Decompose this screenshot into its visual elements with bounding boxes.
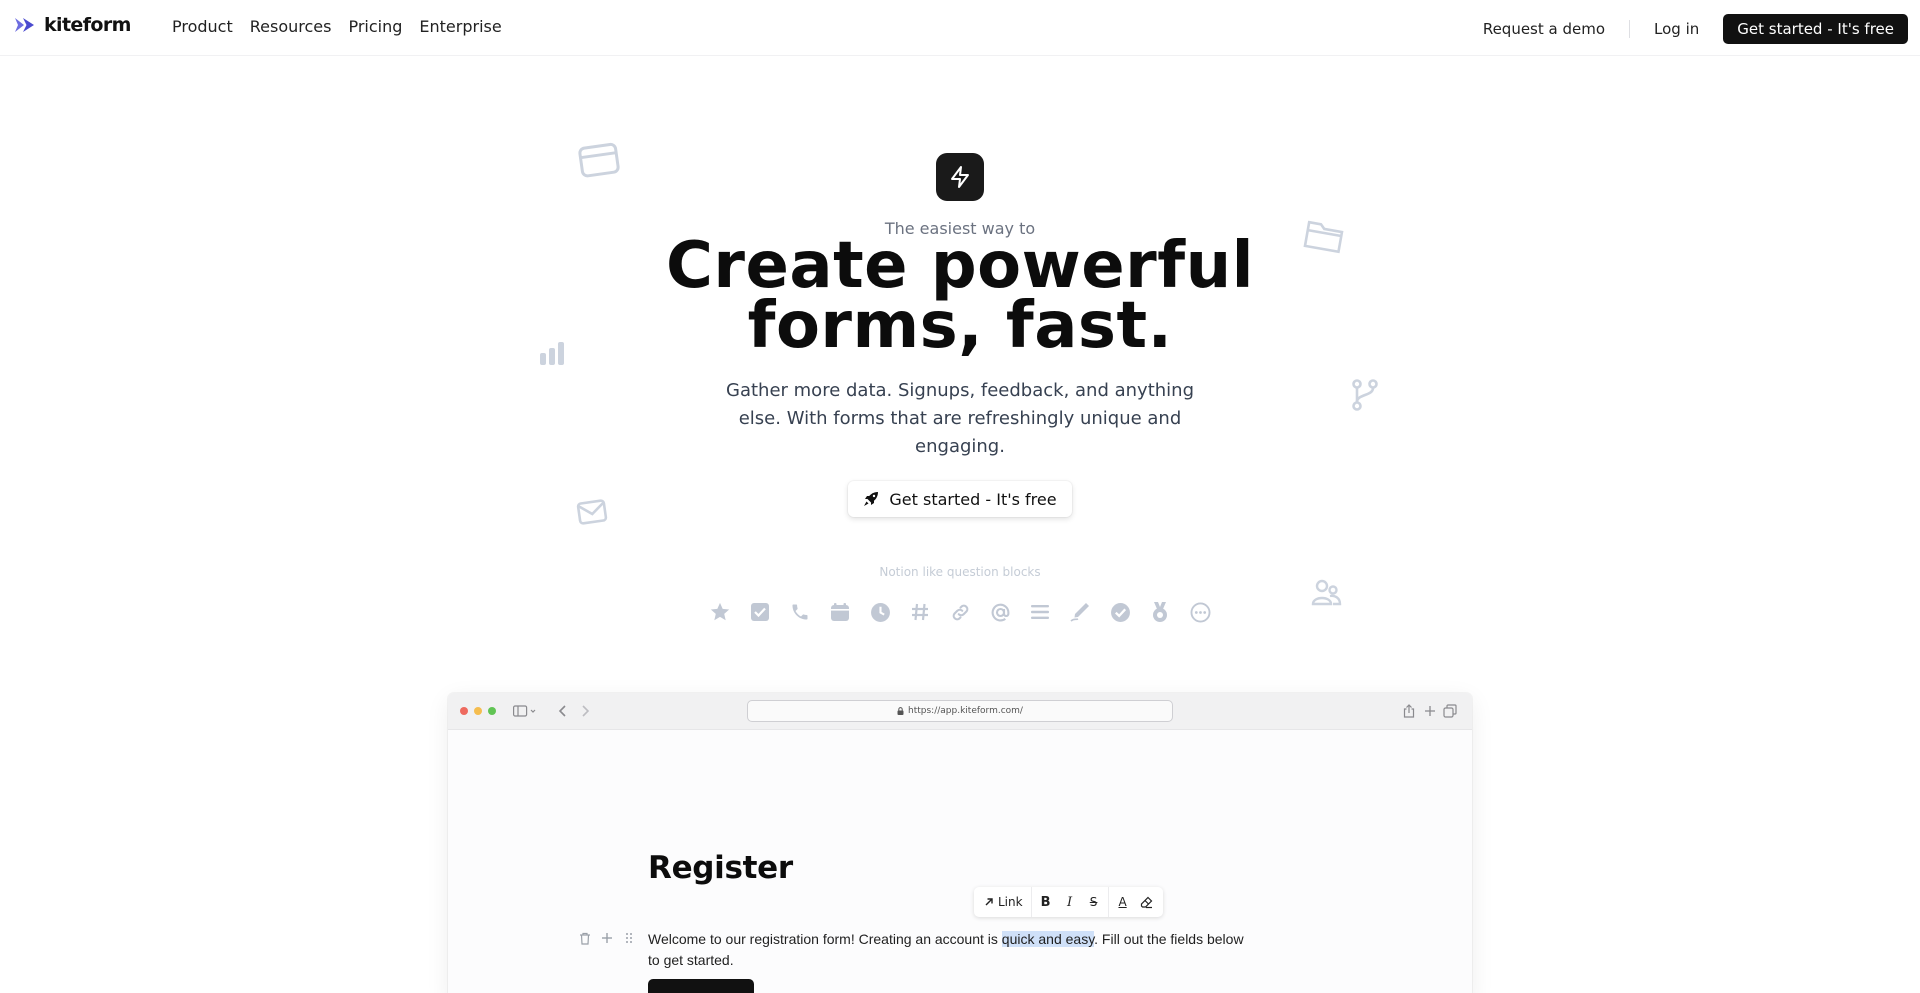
link-icon[interactable] bbox=[949, 601, 971, 623]
nav-link-product[interactable]: Product bbox=[172, 17, 233, 36]
italic-button[interactable]: I bbox=[1058, 891, 1082, 913]
lock-icon bbox=[897, 707, 904, 715]
trash-icon[interactable] bbox=[578, 931, 592, 945]
form-description[interactable]: Welcome to our registration form! Creati… bbox=[648, 929, 1258, 971]
more-icon[interactable] bbox=[1189, 601, 1211, 623]
lightning-badge bbox=[936, 153, 984, 201]
users-icon bbox=[1310, 577, 1342, 609]
login-link[interactable]: Log in bbox=[1654, 20, 1699, 38]
top-navigation: kiteform Product Resources Pricing Enter… bbox=[0, 0, 1920, 56]
highlight-button[interactable] bbox=[1135, 891, 1159, 913]
text-color-button[interactable]: A bbox=[1111, 891, 1135, 913]
clock-icon[interactable] bbox=[869, 601, 891, 623]
logo[interactable]: kiteform bbox=[14, 14, 131, 36]
get-started-hero-button[interactable]: Get started - It's free bbox=[848, 481, 1072, 517]
phone-icon[interactable] bbox=[789, 601, 811, 623]
hash-icon[interactable] bbox=[909, 601, 931, 623]
arrow-up-right-icon bbox=[985, 898, 993, 906]
link-button-label: Link bbox=[998, 895, 1023, 909]
at-sign-icon[interactable] bbox=[989, 601, 1011, 623]
nav-link-pricing[interactable]: Pricing bbox=[348, 17, 402, 36]
form-title[interactable]: Register bbox=[648, 850, 793, 886]
share-icon[interactable] bbox=[1403, 704, 1415, 718]
forward-arrow-icon[interactable] bbox=[580, 704, 590, 718]
hero-title: Create powerful forms, fast. bbox=[560, 234, 1360, 358]
get-started-hero-label: Get started - It's free bbox=[889, 489, 1057, 509]
star-icon[interactable] bbox=[709, 601, 731, 623]
address-bar[interactable]: https://app.kiteform.com/ bbox=[747, 700, 1173, 722]
question-block-icons bbox=[709, 601, 1211, 623]
kiteform-logo-icon bbox=[15, 18, 34, 32]
nav-link-resources[interactable]: Resources bbox=[250, 17, 332, 36]
add-block-icon[interactable] bbox=[600, 931, 614, 945]
tab-overview-icon[interactable] bbox=[1443, 704, 1457, 718]
address-bar-url: https://app.kiteform.com/ bbox=[908, 706, 1023, 716]
calendar-icon[interactable] bbox=[829, 601, 851, 623]
nav-actions: Request a demo Log in Get started - It's… bbox=[1483, 14, 1908, 44]
question-blocks-label: Notion like question blocks bbox=[879, 565, 1041, 579]
drag-handle-icon[interactable] bbox=[622, 931, 636, 945]
credit-card-icon bbox=[578, 141, 622, 179]
browser-toolbar: https://app.kiteform.com/ bbox=[448, 693, 1472, 730]
strikethrough-button[interactable]: S bbox=[1082, 891, 1106, 913]
lightning-icon bbox=[951, 166, 969, 188]
hero-subtitle: Gather more data. Signups, feedback, and… bbox=[726, 380, 1194, 457]
toolbar-divider bbox=[1107, 887, 1109, 917]
eraser-icon bbox=[1140, 896, 1153, 908]
hero-title-line-2: forms, fast. bbox=[747, 289, 1173, 363]
back-arrow-icon[interactable] bbox=[558, 704, 568, 718]
mail-icon bbox=[576, 497, 608, 527]
new-tab-icon[interactable] bbox=[1424, 704, 1436, 718]
maximize-window-dot[interactable] bbox=[488, 707, 496, 715]
sidebar-toggle-icon[interactable] bbox=[513, 704, 537, 718]
check-circle-icon[interactable] bbox=[1109, 601, 1131, 623]
selected-text: quick and easy bbox=[1001, 931, 1095, 947]
form-description-start: Welcome to our registration form! Creati… bbox=[648, 931, 1002, 947]
git-branch-icon bbox=[1350, 378, 1380, 412]
main-menu: Product Resources Pricing Enterprise bbox=[172, 17, 502, 36]
checkbox-icon[interactable] bbox=[749, 601, 771, 623]
link-button[interactable]: Link bbox=[978, 891, 1029, 913]
close-window-dot[interactable] bbox=[460, 707, 468, 715]
form-submit-button[interactable] bbox=[648, 979, 754, 993]
logo-text: kiteform bbox=[44, 14, 131, 36]
signature-icon[interactable] bbox=[1069, 601, 1091, 623]
form-editor: Register Link B I S A Welcome to our reg… bbox=[448, 730, 1472, 993]
nav-divider bbox=[1629, 20, 1631, 38]
request-demo-link[interactable]: Request a demo bbox=[1483, 20, 1605, 38]
list-icon[interactable] bbox=[1029, 601, 1051, 623]
minimize-window-dot[interactable] bbox=[474, 707, 482, 715]
toolbar-divider bbox=[1030, 887, 1032, 917]
block-row-tools bbox=[578, 931, 636, 945]
browser-mockup: https://app.kiteform.com/ Register Link … bbox=[448, 693, 1472, 993]
get-started-nav-button[interactable]: Get started - It's free bbox=[1723, 14, 1908, 44]
rocket-icon bbox=[864, 492, 879, 506]
nav-link-enterprise[interactable]: Enterprise bbox=[419, 17, 501, 36]
medal-icon[interactable] bbox=[1149, 601, 1171, 623]
bold-button[interactable]: B bbox=[1034, 891, 1058, 913]
text-format-toolbar: Link B I S A bbox=[974, 887, 1163, 917]
